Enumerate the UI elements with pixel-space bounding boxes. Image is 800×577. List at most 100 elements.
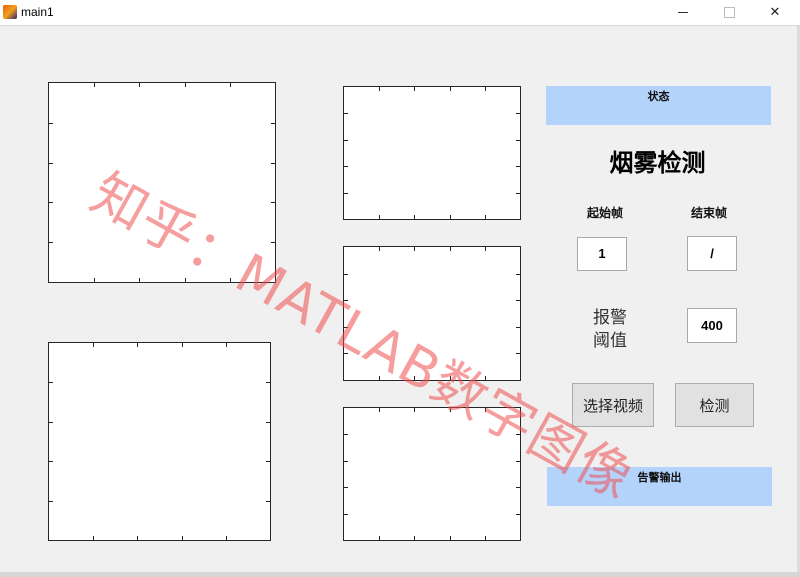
select-video-button[interactable]: 选择视频	[572, 383, 654, 427]
axis-tick	[485, 247, 486, 251]
start-frame-input[interactable]: 1	[577, 237, 627, 271]
axis-tick	[226, 536, 227, 540]
axis-tick	[49, 461, 53, 462]
axis-tick	[271, 123, 275, 124]
matlab-logo-icon	[3, 5, 17, 19]
status-panel: 状态	[546, 86, 771, 125]
axes-right-bottom[interactable]	[343, 407, 521, 541]
axis-tick	[414, 376, 415, 380]
axis-tick	[226, 343, 227, 347]
axis-tick	[379, 536, 380, 540]
axis-tick	[450, 376, 451, 380]
axis-tick	[230, 83, 231, 87]
axis-tick	[516, 274, 520, 275]
page-title: 烟雾检测	[609, 148, 706, 177]
axis-tick	[49, 242, 53, 243]
axis-tick	[182, 343, 183, 347]
axis-tick	[516, 487, 520, 488]
axis-tick	[516, 166, 520, 167]
axis-tick	[271, 242, 275, 243]
axis-tick	[344, 113, 348, 114]
alarm-output-panel: 告警输出	[547, 467, 772, 506]
threshold-label: 报警 阈值	[585, 307, 635, 353]
status-panel-title: 状态	[647, 90, 670, 103]
axis-tick	[266, 422, 270, 423]
axis-tick	[516, 353, 520, 354]
axis-tick	[49, 163, 53, 164]
axis-tick	[182, 536, 183, 540]
axis-tick	[93, 536, 94, 540]
axis-tick	[344, 514, 348, 515]
axis-tick	[516, 300, 520, 301]
axis-tick	[344, 274, 348, 275]
axis-tick	[485, 376, 486, 380]
axis-tick	[379, 408, 380, 412]
axis-tick	[271, 202, 275, 203]
threshold-label-line2: 阈值	[593, 331, 627, 351]
bottom-border	[0, 572, 800, 577]
axis-tick	[450, 247, 451, 251]
axis-tick	[139, 83, 140, 87]
axes-right-middle[interactable]	[343, 246, 521, 381]
axis-tick	[344, 327, 348, 328]
axis-tick	[344, 461, 348, 462]
axis-tick	[516, 434, 520, 435]
axis-tick	[344, 166, 348, 167]
axis-tick	[379, 87, 380, 91]
axis-tick	[516, 461, 520, 462]
threshold-label-line1: 报警	[593, 308, 627, 328]
close-icon: ✕	[769, 5, 781, 20]
start-frame-label: 起始帧	[586, 206, 623, 220]
axis-tick	[93, 343, 94, 347]
axis-tick	[230, 278, 231, 282]
axis-tick	[414, 215, 415, 219]
axis-tick	[450, 87, 451, 91]
axis-tick	[137, 536, 138, 540]
axis-tick	[266, 461, 270, 462]
minimize-button[interactable]	[660, 0, 706, 25]
axis-tick	[271, 163, 275, 164]
axis-tick	[344, 353, 348, 354]
axes-top-left[interactable]	[48, 82, 276, 283]
axis-tick	[516, 193, 520, 194]
axis-tick	[49, 202, 53, 203]
maximize-button[interactable]	[706, 0, 752, 25]
axis-tick	[139, 278, 140, 282]
axis-tick	[49, 123, 53, 124]
axis-tick	[414, 408, 415, 412]
axis-tick	[94, 83, 95, 87]
axis-tick	[94, 278, 95, 282]
maximize-icon	[723, 7, 735, 18]
axis-tick	[137, 343, 138, 347]
axis-tick	[49, 501, 53, 502]
axis-tick	[49, 422, 53, 423]
axis-tick	[379, 215, 380, 219]
axis-tick	[516, 327, 520, 328]
window-title: main1	[21, 5, 54, 19]
axis-tick	[516, 113, 520, 114]
axis-tick	[344, 434, 348, 435]
axis-tick	[414, 87, 415, 91]
axis-tick	[450, 536, 451, 540]
axis-tick	[516, 514, 520, 515]
detect-button[interactable]: 检测	[675, 383, 754, 427]
axis-tick	[414, 536, 415, 540]
axis-tick	[344, 193, 348, 194]
axis-tick	[485, 215, 486, 219]
axis-tick	[516, 140, 520, 141]
axis-tick	[266, 501, 270, 502]
minimize-icon	[678, 12, 688, 13]
axis-tick	[49, 382, 53, 383]
axis-tick	[414, 247, 415, 251]
axis-tick	[379, 376, 380, 380]
axis-tick	[450, 215, 451, 219]
axis-tick	[379, 247, 380, 251]
threshold-input[interactable]: 400	[687, 308, 737, 343]
axes-bottom-left[interactable]	[48, 342, 271, 541]
alarm-output-title: 告警输出	[637, 471, 682, 484]
close-button[interactable]: ✕	[752, 0, 798, 25]
axes-right-top[interactable]	[343, 86, 521, 220]
end-frame-input[interactable]: /	[687, 236, 737, 271]
axis-tick	[450, 408, 451, 412]
window-titlebar: main1 ✕	[0, 0, 800, 26]
